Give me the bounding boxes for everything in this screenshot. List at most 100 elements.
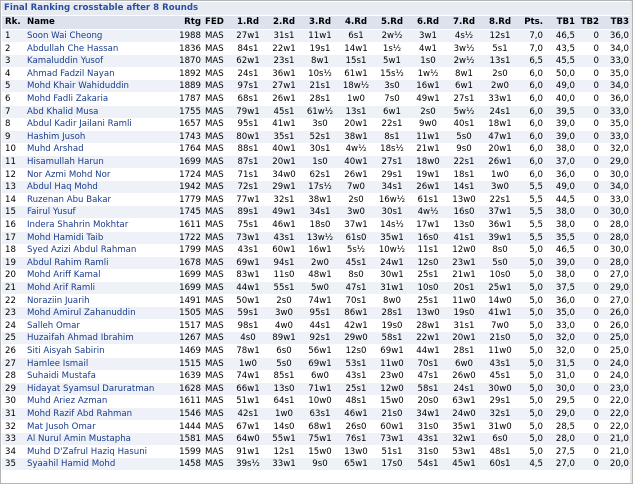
player-name-link[interactable]: Abdul Kadir Jailani Ramli [26, 118, 174, 130]
player-name-link[interactable]: Muhd D'Zafrul Haziq Hasuni [26, 446, 174, 458]
scrollbar-edge[interactable] [630, 1, 632, 483]
column-header-tb1[interactable]: TB1 [544, 16, 576, 29]
cell-rating: 1724 [179, 169, 201, 180]
player-name-link[interactable]: Siti Aisyah Sabirin [26, 345, 174, 357]
table-row: 18 Syed Azizi Abdul Rahman 1799 MAS 43s1 60w1… [2, 244, 631, 257]
cell-tb3: 33,0 [609, 106, 629, 117]
cell-tb1: 35,5 [555, 232, 575, 243]
cell-tb3: 30,0 [609, 207, 629, 218]
cell-round-8: 1w0 [491, 169, 509, 180]
cell-tb1: 39,5 [555, 106, 575, 117]
column-header-points[interactable]: Pts. [518, 16, 544, 29]
cell-rank: 9 [5, 131, 11, 142]
player-name-link[interactable]: Abdul Haq Mohd [26, 181, 174, 193]
player-name-link[interactable]: Hashim Jusoh [26, 131, 174, 143]
player-name-link[interactable]: Mohd Ariff Kamal [26, 269, 174, 281]
column-header-round-2[interactable]: 2.Rd [266, 16, 302, 29]
column-header-round-8[interactable]: 8.Rd [482, 16, 518, 29]
cell-round-2: 60w1 [272, 245, 296, 256]
cell-round-8: 31w0 [488, 421, 512, 432]
cell-round-2: 14s0 [273, 421, 295, 432]
cell-points: 7,0 [529, 43, 543, 54]
player-name-link[interactable]: Indera Shahrin Mokhtar [26, 219, 174, 231]
cell-round-3: 63s1 [309, 409, 331, 419]
column-header-round-1[interactable]: 1.Rd [230, 16, 266, 29]
cell-round-5: 8w0 [383, 295, 401, 306]
player-name-link[interactable]: Suhaidi Mustafa [26, 370, 174, 382]
player-name-link[interactable]: Ahmad Fadzil Nayan [26, 68, 174, 80]
cell-rating: 1745 [179, 207, 201, 218]
cell-rank: 4 [5, 68, 11, 79]
column-header-name[interactable]: Name [26, 16, 174, 29]
player-name-link[interactable]: Syed Azizi Abdul Rahman [26, 244, 174, 256]
player-name-link[interactable]: Hamlee Ismail [26, 358, 174, 370]
cell-federation: MAS [205, 56, 224, 67]
player-name-link[interactable]: Abdullah Che Hassan [26, 43, 174, 55]
player-name-link[interactable]: Mohd Arif Ramli [26, 282, 174, 294]
player-name-link[interactable]: Mohd Amirul Zahanuddin [26, 307, 174, 319]
column-header-tb2[interactable]: TB2 [576, 16, 600, 29]
cell-points: 5,0 [529, 270, 543, 281]
player-name-link[interactable]: Al Nurul Amin Mustapha [26, 433, 174, 445]
cell-round-3: 61w½ [306, 106, 334, 117]
player-name-link[interactable]: Mohd Hamidi Taib [26, 232, 174, 244]
cell-tb3: 25,0 [609, 333, 629, 344]
column-header-round-6[interactable]: 6.Rd [410, 16, 446, 29]
player-name-link[interactable]: Mohd Khair Wahiduddin [26, 80, 174, 92]
cell-round-5: 21s0 [381, 409, 403, 419]
player-name-link[interactable]: Fairul Yusuf [26, 206, 174, 218]
player-name-link[interactable]: Noraziin Juarih [26, 295, 174, 307]
cell-round-1: 73w1 [236, 232, 260, 243]
player-name-link[interactable]: Muhd Arshad [26, 143, 174, 155]
player-name-link[interactable]: Soon Wai Cheong [26, 30, 174, 42]
column-header-round-7[interactable]: 7.Rd [446, 16, 482, 29]
player-name-link[interactable]: Muhd Ariez Azman [26, 395, 174, 407]
cell-round-1: 91w1 [236, 446, 260, 457]
column-header-round-3[interactable]: 3.Rd [302, 16, 338, 29]
column-header-rank[interactable]: Rk. [4, 16, 24, 29]
cell-tb1: 32,0 [555, 346, 575, 356]
cell-points: 6,0 [529, 169, 543, 180]
player-name-link[interactable]: Ruzenan Abu Bakar [26, 194, 174, 206]
player-name-link[interactable]: Hidayat Syamsul Daruratman [26, 383, 174, 395]
column-header-round-4[interactable]: 4.Rd [338, 16, 374, 29]
cell-round-8: 25w1 [488, 283, 512, 293]
cell-rank: 12 [5, 169, 16, 180]
cell-rank: 29 [5, 383, 16, 394]
column-header-tb3[interactable]: TB3 [600, 16, 630, 29]
player-name-link[interactable]: Salleh Omar [26, 320, 174, 332]
column-header-rating[interactable]: Rtg [174, 16, 202, 29]
cell-round-7: 19s0 [453, 308, 475, 319]
player-name-link[interactable]: Abdul Rahim Ramli [26, 257, 174, 269]
column-header-federation[interactable]: FED [204, 16, 230, 29]
cell-round-7: 5s0 [456, 131, 472, 142]
cell-rating: 1787 [179, 94, 201, 104]
cell-federation: MAS [205, 358, 224, 369]
cell-points: 6,0 [529, 131, 543, 142]
cell-round-6: 12s0 [417, 257, 439, 268]
cell-tb2: 0 [593, 383, 599, 394]
cell-tb2: 0 [593, 169, 599, 180]
player-name-link[interactable]: Syaahil Hamid Mohd [26, 458, 174, 470]
cell-tb1: 29,5 [555, 396, 575, 407]
cell-tb2: 0 [593, 333, 599, 344]
player-name-link[interactable]: Mohd Fadli Zakaria [26, 93, 174, 105]
player-name-link[interactable]: Mohd Razif Abd Rahman [26, 408, 174, 420]
cell-round-6: 2s0 [420, 106, 436, 117]
cell-points: 5,0 [529, 434, 543, 445]
column-header-round-5[interactable]: 5.Rd [374, 16, 410, 29]
cell-round-5: 6w1 [383, 106, 401, 117]
player-name-link[interactable]: Kamaluddin Yusof [26, 55, 174, 67]
cell-round-3: 34s1 [309, 207, 331, 218]
player-name-link[interactable]: Mat Jusoh Omar [26, 421, 174, 433]
cell-federation: MAS [205, 31, 224, 41]
cell-round-1: 39s½ [236, 459, 260, 470]
player-name-link[interactable]: Nor Azmi Mohd Nor [26, 169, 174, 181]
player-name-link[interactable]: Huzaifah Ahmad Ibrahim [26, 332, 174, 344]
cell-tb2: 0 [593, 308, 599, 319]
player-name-link[interactable]: Abd Khalid Musa [26, 106, 174, 118]
cell-rank: 33 [5, 434, 16, 445]
player-name-link[interactable]: Hisamullah Harun [26, 156, 174, 168]
cell-round-1: 67w1 [236, 421, 260, 432]
cell-round-4: 47s1 [345, 283, 367, 293]
